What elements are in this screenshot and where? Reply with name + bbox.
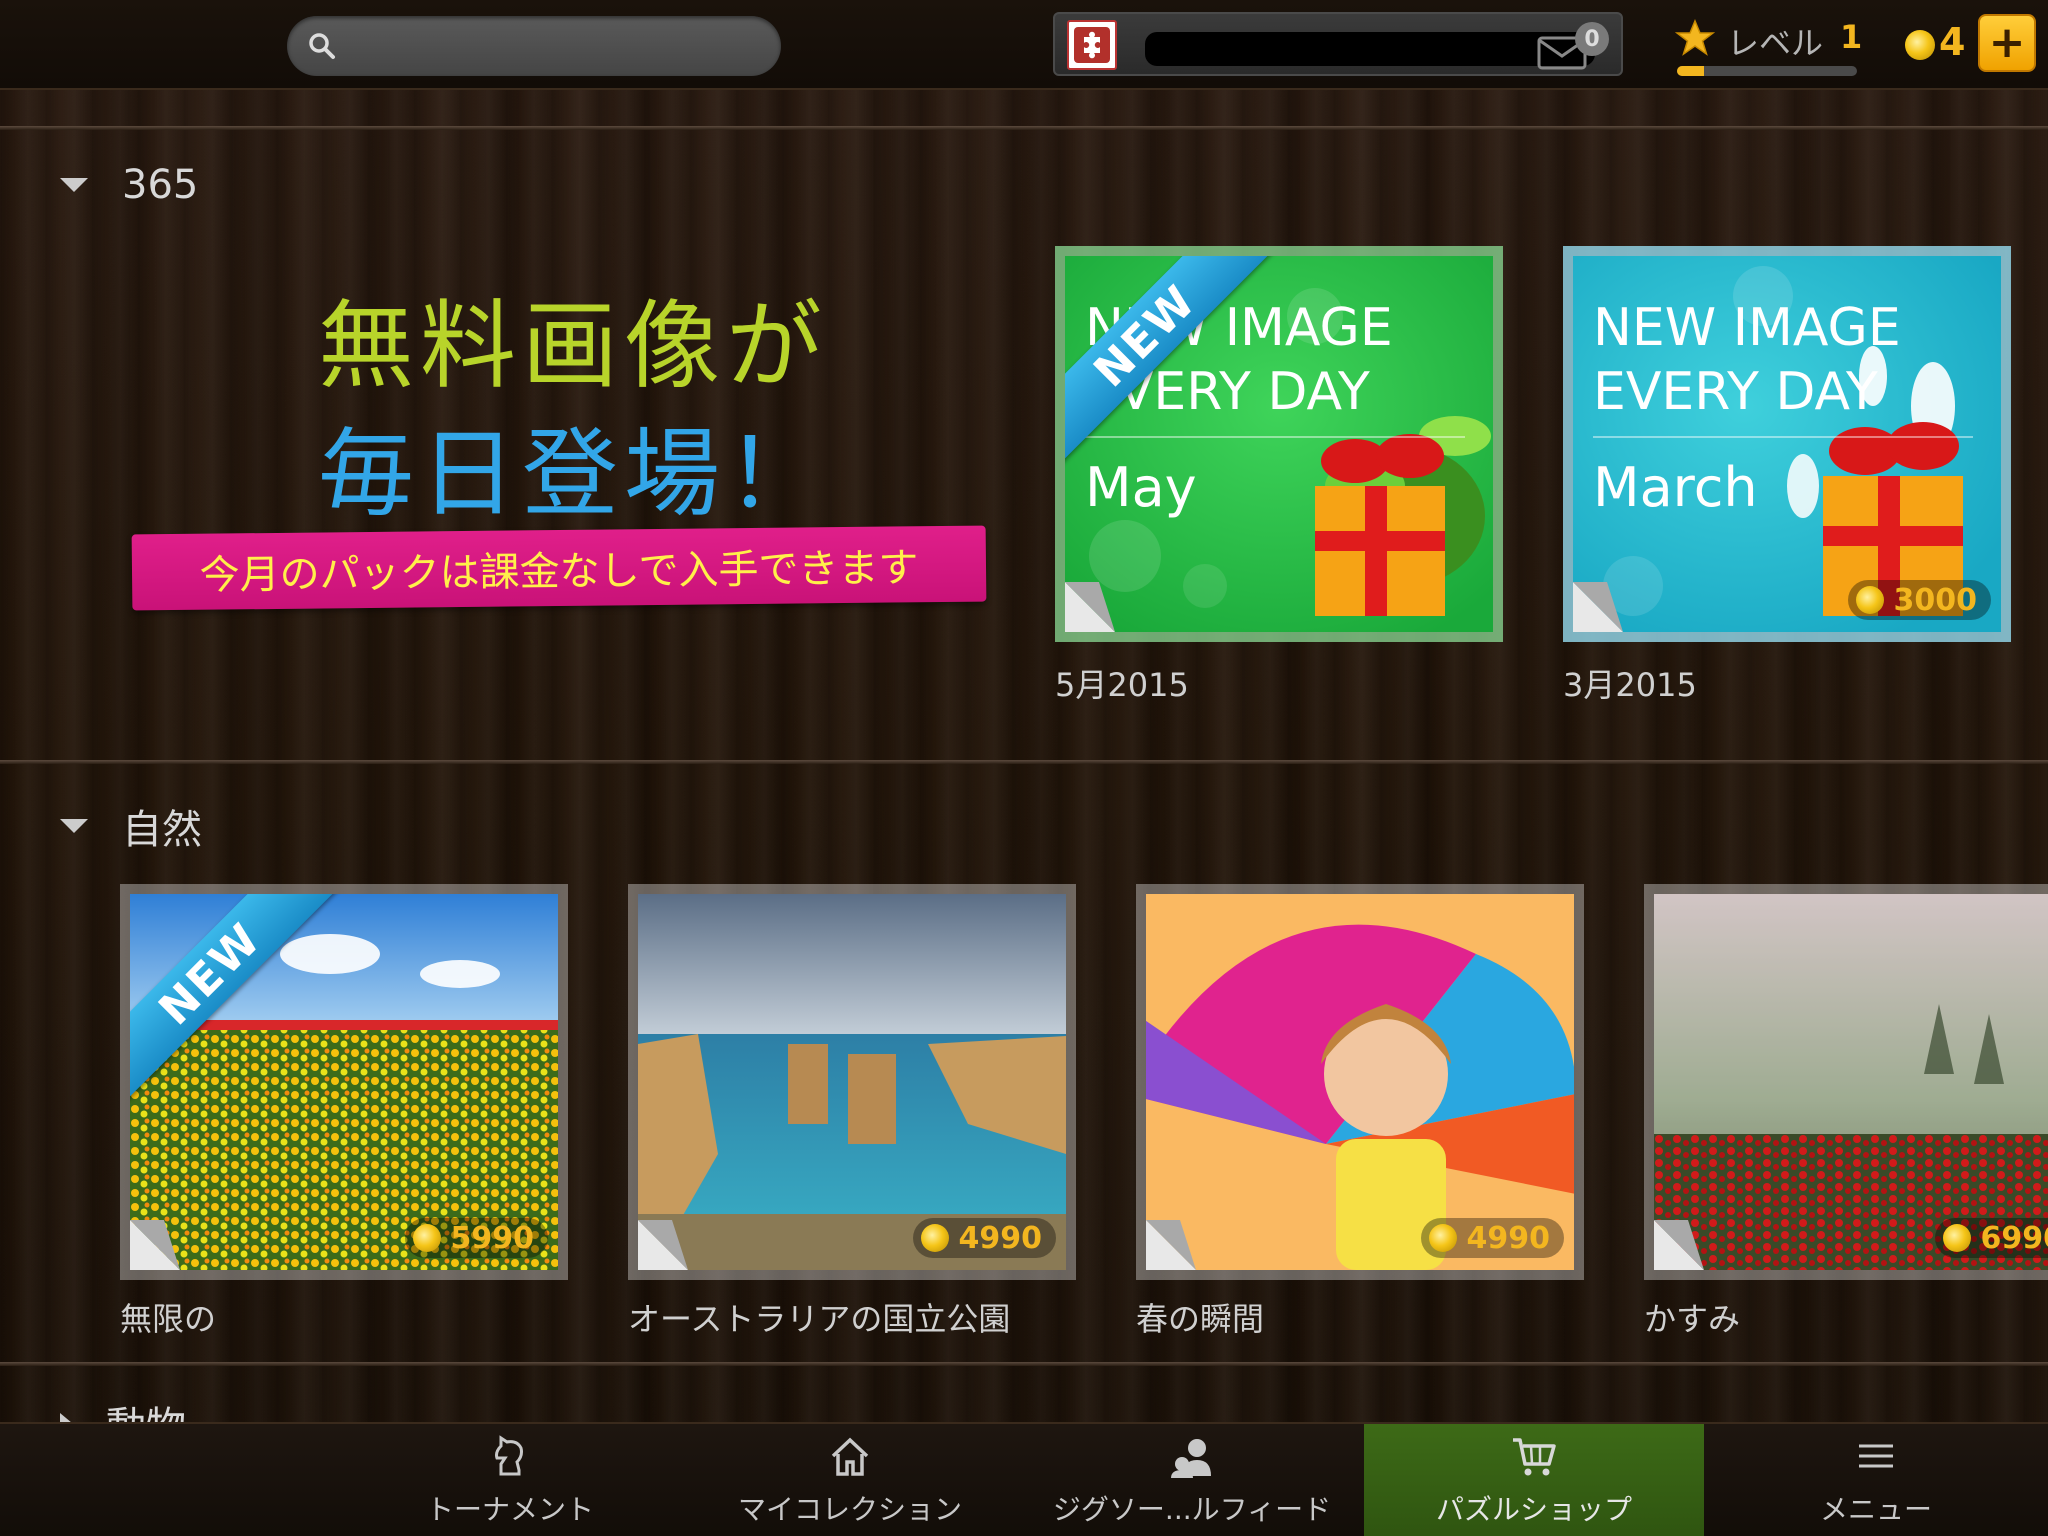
section-divider — [0, 126, 2048, 130]
tab-label: メニュー — [1819, 1493, 1932, 1526]
section-header-365[interactable]: 365 — [60, 162, 198, 208]
pack-card-infinite[interactable]: NEW 5990 — [120, 884, 568, 1280]
section-divider — [0, 760, 2048, 764]
pack-month: March — [1593, 456, 1758, 519]
tab-label: マイコレクション — [737, 1493, 962, 1526]
page-corner-icon — [1146, 1220, 1196, 1270]
promo-headline-2: 毎日登場！ — [318, 418, 828, 530]
tab-label: ジグソー...ルフィード — [1052, 1493, 1332, 1526]
level-progress-fill — [1677, 66, 1704, 76]
promo-ribbon: 今月のパックは課金なしで入手できます — [131, 525, 987, 611]
collapse-arrow-icon — [60, 819, 88, 833]
pack-month: May — [1085, 456, 1197, 519]
star-icon — [1675, 19, 1715, 56]
profile-box[interactable]: 0 — [1053, 12, 1623, 76]
mail-count-badge: 0 — [1575, 22, 1609, 56]
pack-card-may-2015[interactable]: NEW IMAGE EVERY DAY May NEW — [1055, 246, 1503, 642]
pack-art — [1146, 894, 1574, 1270]
collapse-arrow-icon — [60, 178, 88, 192]
pack-card-march-2015[interactable]: NEW IMAGE EVERY DAY March 3000 — [1563, 246, 2011, 642]
tab-label: パズルショップ — [1435, 1493, 1632, 1526]
bottom-tab-bar: トーナメント マイコレクション ジグソー...ルフィード パズルショップ メニュ… — [0, 1422, 2048, 1536]
section-title: 365 — [122, 162, 199, 208]
level-progress-bar — [1677, 66, 1857, 76]
price: 6990 — [1980, 1220, 2048, 1256]
cart-icon — [1513, 1438, 1556, 1476]
level-value: 1 — [1840, 18, 1863, 56]
tab-puzzle-shop[interactable]: パズルショップ — [1364, 1424, 1704, 1536]
pack-art — [638, 894, 1066, 1270]
promo-headline-1: 無料画像が — [318, 290, 828, 402]
top-bar: 0 レベル 1 4 + — [0, 0, 2048, 90]
price: 4990 — [1466, 1220, 1551, 1256]
section-title: 自然 — [122, 807, 202, 853]
search-input[interactable] — [347, 32, 747, 60]
tab-tournament[interactable]: トーナメント — [340, 1424, 680, 1536]
avatar[interactable] — [1067, 20, 1117, 70]
tab-jigsaw-feed[interactable]: ジグソー...ルフィード — [1020, 1424, 1364, 1536]
level-indicator: レベル 1 — [1675, 14, 1865, 78]
promo-ribbon-text: 今月のパックは課金なしで入手できます — [199, 545, 919, 599]
section-divider — [0, 1362, 2048, 1366]
coin-balance: 4 — [1939, 20, 1966, 64]
price: 4990 — [958, 1220, 1043, 1256]
coin-icon — [1855, 586, 1884, 614]
coin-icon — [1942, 1224, 1971, 1252]
price: 3000 — [1893, 582, 1978, 618]
username-redacted — [1145, 32, 1595, 66]
people-icon — [1171, 1439, 1211, 1478]
page-corner-icon — [1654, 1220, 1704, 1270]
coin-icon — [412, 1224, 441, 1252]
page-corner-icon — [638, 1220, 688, 1270]
price-badge: 6990 — [1934, 1218, 2048, 1258]
search-box[interactable] — [287, 16, 781, 76]
pack-card-australia-national-park[interactable]: 4990 — [628, 884, 1076, 1280]
pack-art — [1654, 894, 2048, 1270]
menu-icon — [1859, 1444, 1893, 1468]
price-badge: 3000 — [1847, 580, 1991, 620]
coin-icon — [1428, 1224, 1457, 1252]
section-header-nature[interactable]: 自然 — [60, 797, 202, 855]
search-icon — [309, 33, 335, 59]
page-corner-icon — [1573, 582, 1623, 632]
home-icon — [831, 1437, 869, 1476]
puzzle-piece-icon — [1074, 27, 1110, 63]
tab-my-collection[interactable]: マイコレクション — [680, 1424, 1020, 1536]
tab-menu[interactable]: メニュー — [1704, 1424, 2048, 1536]
add-coins-button[interactable]: + — [1978, 14, 2036, 72]
tab-label: トーナメント — [425, 1493, 594, 1526]
price-badge: 4990 — [912, 1218, 1056, 1258]
pack-caption: 3月2015 — [1563, 666, 1697, 704]
pack-caption: かすみ — [1644, 1300, 1741, 1338]
coin-icon — [1905, 30, 1935, 60]
coin-icon — [920, 1224, 949, 1252]
price-badge: 4990 — [1420, 1218, 1564, 1258]
pack-caption: 5月2015 — [1055, 666, 1189, 704]
page-corner-icon — [130, 1220, 180, 1270]
pack-caption: 無限の — [120, 1300, 217, 1338]
price: 5990 — [450, 1220, 535, 1256]
price-badge: 5990 — [404, 1218, 548, 1258]
knight-icon — [495, 1435, 523, 1476]
page-corner-icon — [1065, 582, 1115, 632]
pack-card-haze[interactable]: 6990 — [1644, 884, 2048, 1280]
pack-caption: 春の瞬間 — [1136, 1300, 1265, 1338]
pack-divider — [1085, 436, 1465, 438]
pack-caption: オーストラリアの国立公園 — [628, 1300, 1011, 1338]
pack-divider — [1593, 436, 1973, 438]
pack-card-spring-moment[interactable]: 4990 — [1136, 884, 1584, 1280]
level-label: レベル — [1727, 24, 1824, 62]
pack-headline: NEW IMAGE EVERY DAY — [1593, 298, 1901, 422]
